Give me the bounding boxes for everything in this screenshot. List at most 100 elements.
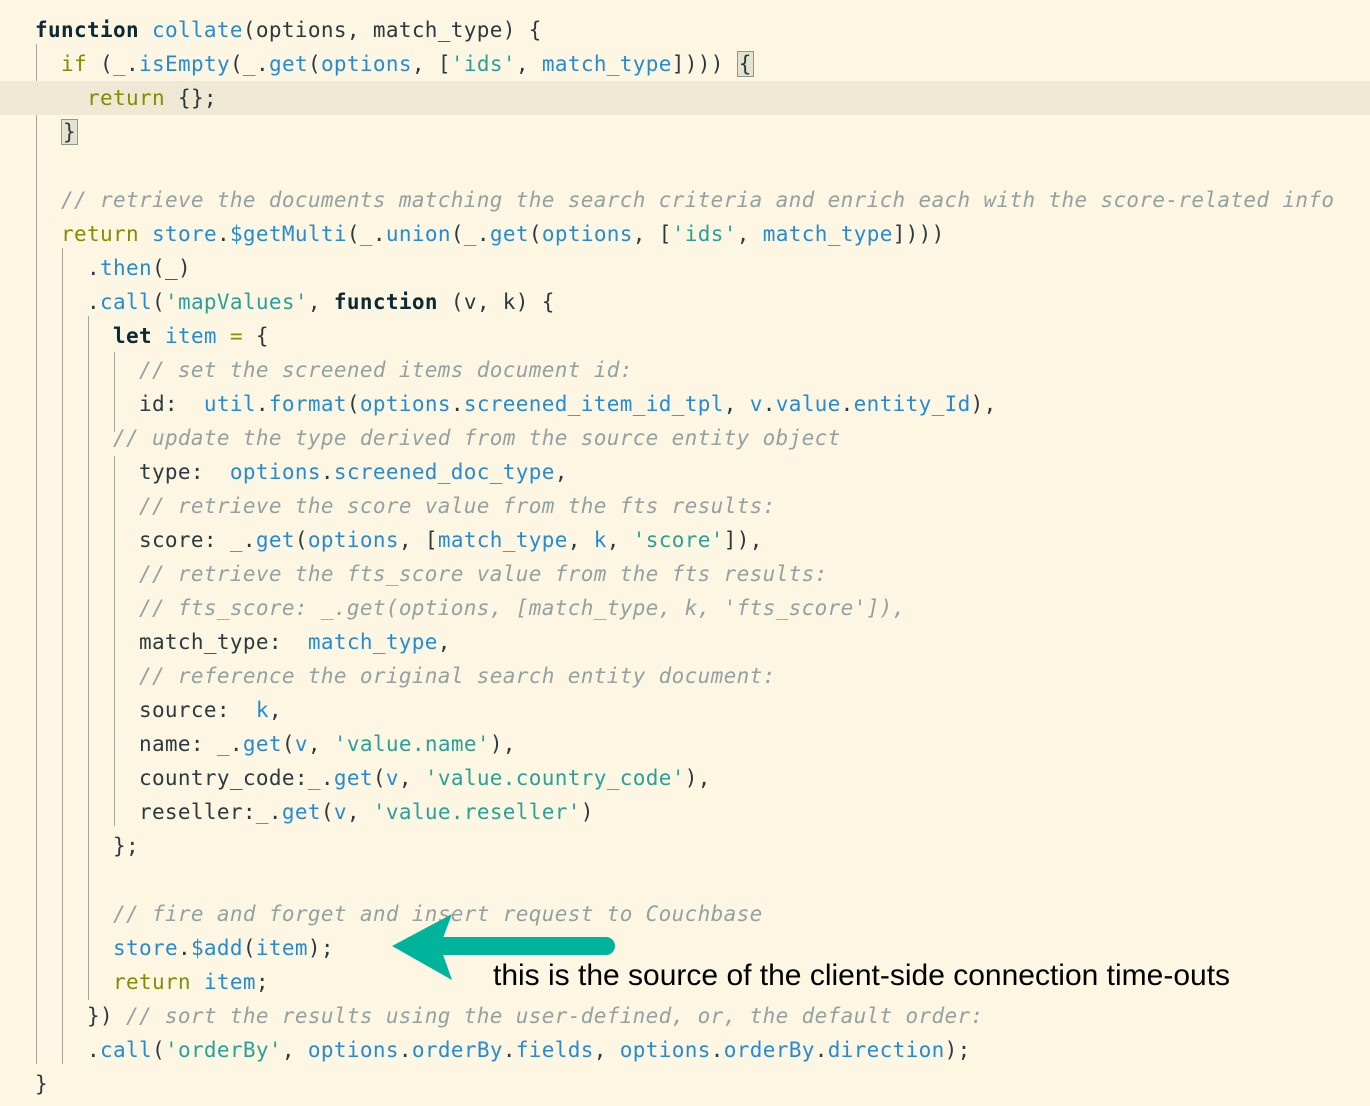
code-token: value xyxy=(775,392,841,416)
code-token: ( xyxy=(294,528,308,552)
code-line: id: util.format(options.screened_item_id… xyxy=(0,387,1370,421)
code-token: score: xyxy=(35,528,230,552)
code-line: // retrieve the documents matching the s… xyxy=(0,183,1370,217)
code-token: ]), xyxy=(723,528,763,552)
code-token: . xyxy=(35,256,100,280)
code-token: options xyxy=(307,528,399,552)
code-token: 'value.name' xyxy=(333,732,490,756)
code-line: // retrieve the score value from the fts… xyxy=(0,489,1370,523)
code-token: store xyxy=(151,222,217,246)
code-token: ( xyxy=(151,1038,165,1062)
code-token: options xyxy=(320,52,412,76)
code-token: v xyxy=(333,800,347,824)
code-token: return xyxy=(86,86,165,110)
code-token: ( xyxy=(281,732,295,756)
code-token: , xyxy=(606,528,633,552)
code-token: item xyxy=(255,936,308,960)
code-token: . xyxy=(450,392,464,416)
code-line: // update the type derived from the sour… xyxy=(0,421,1370,455)
code-line: if (_.isEmpty(_.get(options, ['ids', mat… xyxy=(0,47,1370,81)
code-token: (v, k) { xyxy=(437,290,555,314)
code-token: // retrieve the score value from the fts… xyxy=(138,494,776,518)
code-token: if xyxy=(61,52,87,76)
code-token: source: xyxy=(35,698,256,722)
code-token: , xyxy=(723,392,750,416)
code-line: let item = { xyxy=(0,319,1370,353)
code-token: _ xyxy=(242,52,256,76)
code-token: name: xyxy=(35,732,217,756)
code-token: util xyxy=(203,392,256,416)
code-token: collate xyxy=(151,18,243,42)
code-token: = xyxy=(229,324,243,348)
code-line: source: k, xyxy=(0,693,1370,727)
code-token: type: xyxy=(35,460,230,484)
code-line: }; xyxy=(0,829,1370,863)
code-token: 'score' xyxy=(632,528,724,552)
code-token: $getMulti xyxy=(229,222,347,246)
code-token: }; xyxy=(35,834,139,858)
code-token: options xyxy=(619,1038,711,1062)
code-token: . xyxy=(320,766,334,790)
code-token: $add xyxy=(190,936,243,960)
code-token: // reference the original search entity … xyxy=(138,664,776,688)
code-token: ( xyxy=(307,52,321,76)
code-token: {}; xyxy=(164,86,217,110)
code-token: // retrieve the fts_score value from the… xyxy=(138,562,828,586)
code-token: . xyxy=(255,52,269,76)
code-token: ( xyxy=(229,52,243,76)
code-line: return store.$getMulti(_.union(_.get(opt… xyxy=(0,217,1370,251)
code-token: . xyxy=(255,392,269,416)
code-token: // sort the results using the user-defin… xyxy=(125,1004,984,1028)
code-token: orderBy xyxy=(411,1038,503,1062)
code-token: // update the type derived from the sour… xyxy=(112,426,841,450)
code-editor[interactable]: function collate(options, match_type) { … xyxy=(0,0,1370,1106)
code-token: . xyxy=(814,1038,828,1062)
matched-bracket: { xyxy=(736,51,754,77)
code-token: , xyxy=(554,460,568,484)
code-token: , xyxy=(567,528,594,552)
code-token: ( xyxy=(320,800,334,824)
code-token: . xyxy=(126,52,139,76)
code-token: ( xyxy=(528,222,542,246)
code-token: then xyxy=(99,256,152,280)
code-line: .call('orderBy', options.orderBy.fields,… xyxy=(0,1033,1370,1067)
code-token: get xyxy=(255,528,295,552)
code-line: } xyxy=(0,115,1370,149)
code-token: match_type xyxy=(541,52,672,76)
code-token: reseller: xyxy=(35,800,256,824)
code-token: // retrieve the documents matching the s… xyxy=(61,188,1335,212)
code-line: score: _.get(options, [match_type, k, 's… xyxy=(0,523,1370,557)
code-token: return xyxy=(61,222,139,246)
code-token: . xyxy=(177,936,191,960)
code-token: // set the screened items document id: xyxy=(138,358,633,382)
code-token: . xyxy=(268,800,282,824)
code-token: , xyxy=(593,1038,620,1062)
code-token: . xyxy=(216,222,230,246)
code-token: 'ids' xyxy=(671,222,737,246)
code-line: reseller:_.get(v, 'value.reseller') xyxy=(0,795,1370,829)
code-token: , xyxy=(281,1038,308,1062)
code-token: let xyxy=(112,324,152,348)
code-token: get xyxy=(489,222,529,246)
code-token: match_type: xyxy=(35,630,308,654)
code-token: ); xyxy=(944,1038,971,1062)
code-token: . xyxy=(35,290,100,314)
code-token: , xyxy=(437,630,451,654)
code-token: v xyxy=(385,766,399,790)
code-token: . xyxy=(372,222,386,246)
code-token: ), xyxy=(684,766,711,790)
code-token: 'value.reseller' xyxy=(372,800,581,824)
code-line: // fts_score: _.get(options, [match_type… xyxy=(0,591,1370,625)
code-token: _ xyxy=(255,800,269,824)
code-line: .call('mapValues', function (v, k) { xyxy=(0,285,1370,319)
code-token: ( xyxy=(346,392,360,416)
code-token: _ xyxy=(463,222,477,246)
